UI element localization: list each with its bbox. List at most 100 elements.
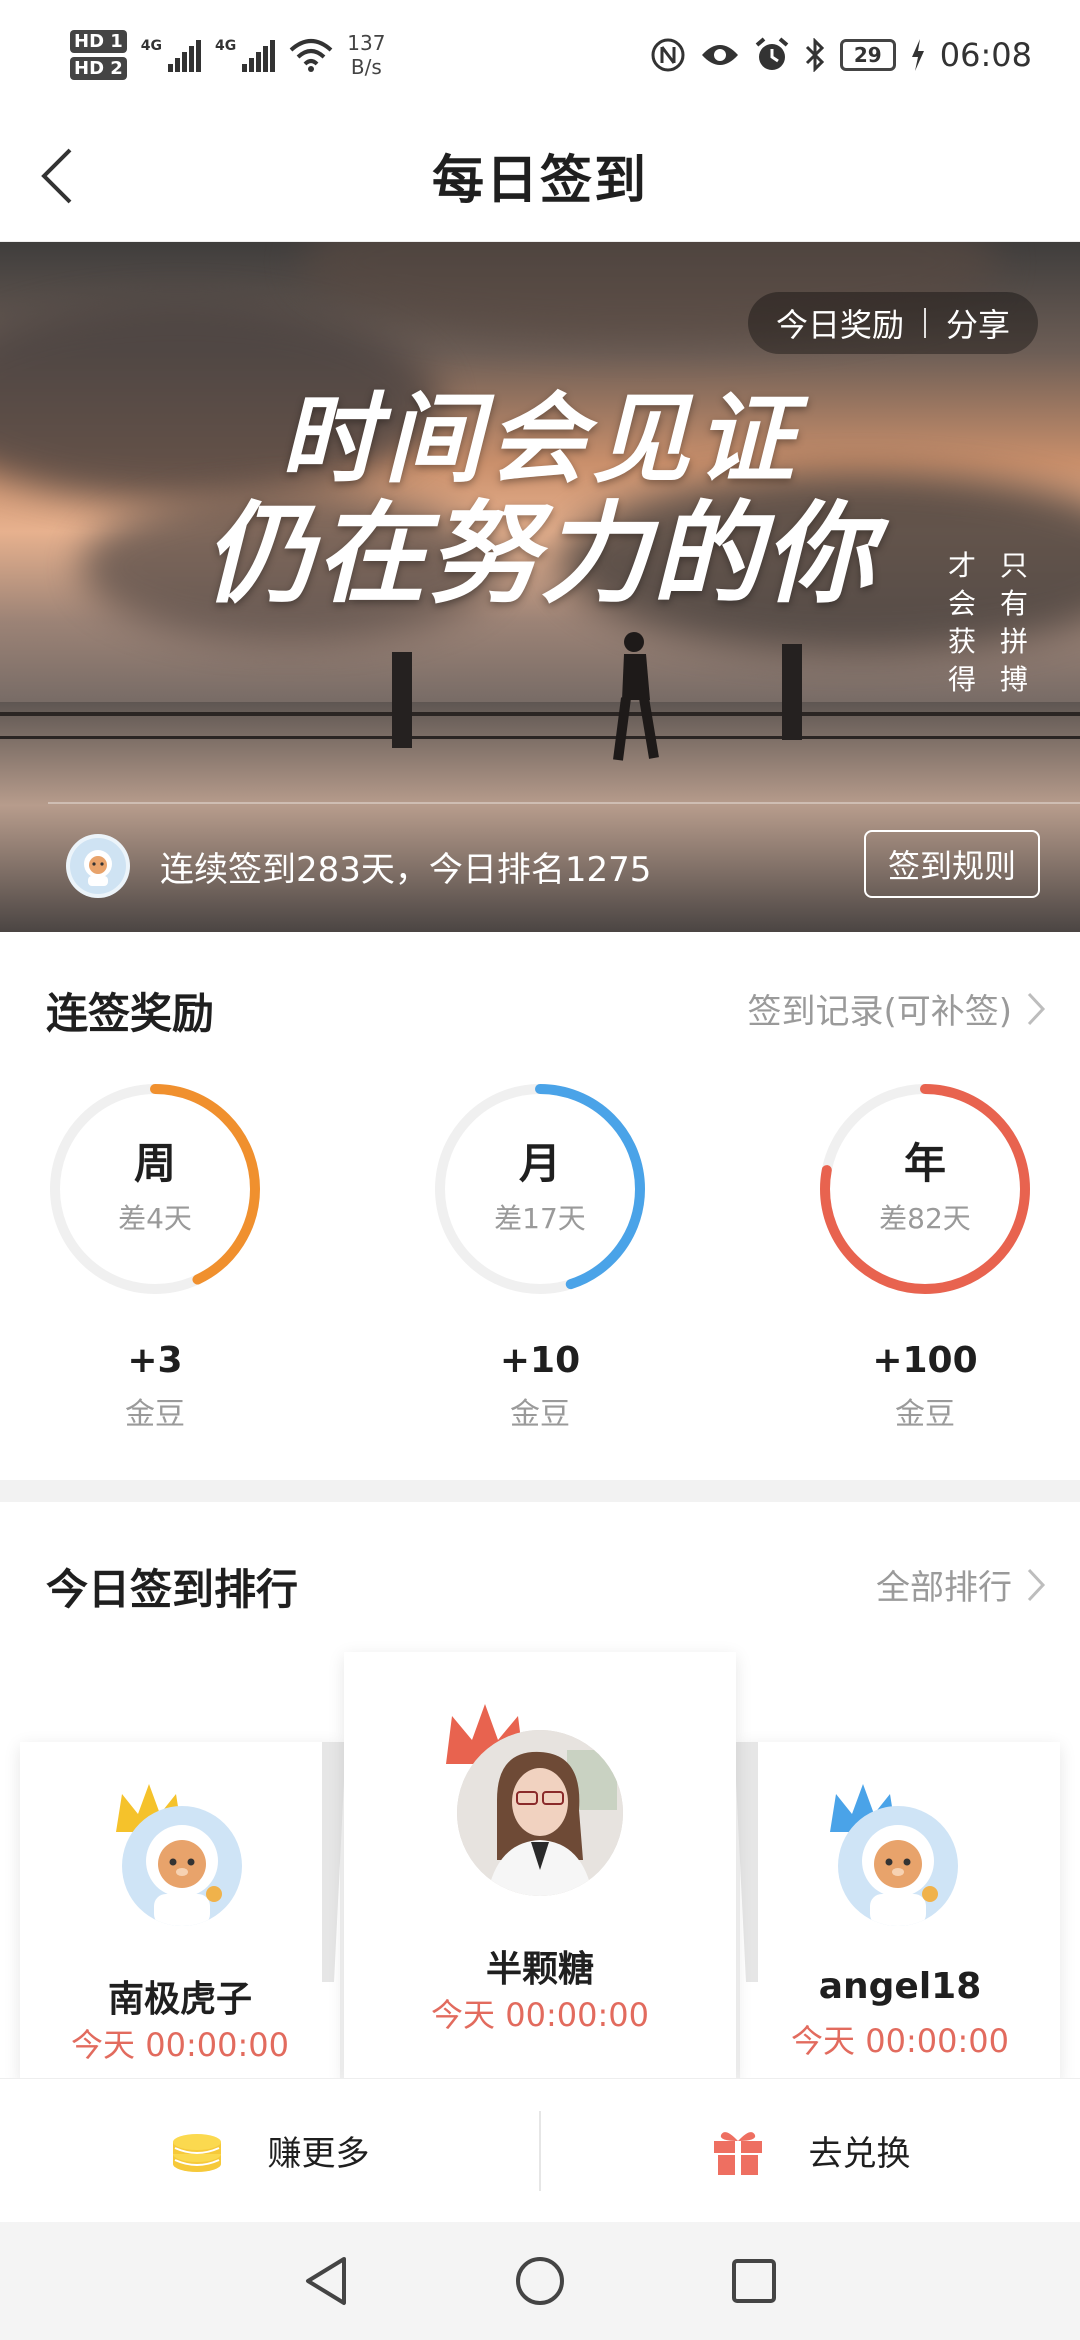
month-ring-label: 月 差17天 bbox=[429, 1130, 651, 1237]
week-amount: +3 bbox=[127, 1340, 183, 1381]
year-unit: 金豆 bbox=[895, 1397, 955, 1432]
month-label: 月 bbox=[518, 1139, 561, 1188]
week-unit: 金豆 bbox=[125, 1397, 185, 1432]
week-remaining: 差4天 bbox=[118, 1202, 192, 1235]
month-remaining: 差17天 bbox=[494, 1202, 586, 1235]
week-ring-label: 周 差4天 bbox=[44, 1130, 266, 1237]
signal-2-icon: 4G bbox=[215, 38, 276, 72]
share-link[interactable]: 分享 bbox=[946, 300, 1010, 346]
vertical-char: 才 bbox=[947, 549, 976, 582]
vertical-char: 会 bbox=[947, 587, 976, 620]
status-right: 29 06:08 bbox=[650, 36, 1032, 74]
section-divider bbox=[0, 1480, 1080, 1502]
rank-time-2nd: 今天 00:00:00 bbox=[71, 2026, 289, 2064]
hd1-badge: HD 1 bbox=[70, 30, 127, 53]
user-photo-avatar bbox=[457, 1730, 623, 1896]
chevron-right-icon bbox=[1027, 1568, 1046, 1601]
network-speed: 137 B/s bbox=[347, 31, 385, 79]
signal-1-icon: 4G bbox=[140, 38, 202, 72]
status-left: HD 1 HD 2 4G 4G 137 B/s bbox=[70, 30, 385, 80]
all-ranking-link[interactable]: 全部排行 bbox=[876, 1560, 1046, 1609]
battery-level: 29 bbox=[839, 39, 896, 71]
network-2-label: 4G bbox=[215, 38, 237, 54]
system-nav-bar bbox=[0, 2222, 1080, 2340]
nav-home-icon[interactable] bbox=[514, 2255, 566, 2307]
vertical-char: 只 bbox=[999, 549, 1028, 582]
rank-avatar-1st[interactable] bbox=[457, 1730, 623, 1896]
nav-back-icon[interactable] bbox=[302, 2255, 350, 2307]
vertical-text-right: 只 有 拼 搏 bbox=[996, 547, 1032, 699]
astronaut-avatar-icon bbox=[146, 1825, 222, 1926]
month-amount: +10 bbox=[499, 1340, 581, 1381]
network-1-label: 4G bbox=[140, 38, 163, 54]
earn-more-label: 赚更多 bbox=[267, 2134, 370, 2174]
month-unit: 金豆 bbox=[510, 1397, 570, 1432]
clock: 06:08 bbox=[939, 36, 1032, 74]
pill-separator bbox=[923, 308, 926, 338]
rank-name-1st: 半颗糖 bbox=[485, 1949, 594, 1990]
back-arrow-icon[interactable] bbox=[30, 146, 90, 206]
bluetooth-icon bbox=[805, 38, 824, 72]
astronaut-avatar-icon bbox=[84, 850, 112, 886]
podium-side-shadow bbox=[322, 1742, 346, 1982]
walking-person-figure bbox=[613, 632, 659, 761]
nfc-icon bbox=[651, 38, 685, 72]
vertical-char: 获 bbox=[947, 625, 976, 658]
user-avatar[interactable] bbox=[66, 834, 130, 898]
bottom-action-bar: 赚更多 去兑换 bbox=[0, 2078, 1080, 2222]
chevron-right-icon bbox=[1027, 992, 1046, 1025]
hd2-badge: HD 2 bbox=[70, 57, 127, 80]
year-amount: +100 bbox=[872, 1340, 978, 1381]
wifi-icon bbox=[289, 39, 333, 72]
exchange-button[interactable]: 去兑换 bbox=[541, 2079, 1080, 2222]
all-ranking-label: 全部排行 bbox=[876, 1568, 1012, 1608]
page-title: 每日签到 bbox=[431, 151, 648, 211]
gift-icon bbox=[713, 2131, 762, 2175]
vertical-char: 有 bbox=[999, 587, 1028, 620]
vertical-char: 拼 bbox=[999, 625, 1028, 658]
charging-icon bbox=[911, 39, 924, 71]
earn-more-button[interactable]: 赚更多 bbox=[0, 2079, 539, 2222]
rank-name-3rd: angel18 bbox=[818, 1966, 982, 2007]
year-ring-label: 年 差82天 bbox=[814, 1130, 1036, 1237]
today-reward-link[interactable]: 今日奖励 bbox=[776, 300, 904, 346]
eye-icon bbox=[701, 45, 738, 65]
checkin-status: 连续签到283天，今日排名1275 bbox=[66, 834, 651, 898]
podium-side-shadow bbox=[734, 1742, 758, 1982]
reward-share-pill: 今日奖励 分享 bbox=[747, 292, 1038, 354]
astronaut-avatar-icon bbox=[862, 1825, 938, 1926]
week-label: 周 bbox=[133, 1139, 176, 1188]
rank-name-2nd: 南极虎子 bbox=[107, 1979, 252, 2020]
coins-icon bbox=[172, 2133, 221, 2172]
year-reward: +100 金豆 bbox=[814, 1340, 1036, 1433]
checkin-record-link[interactable]: 签到记录(可补签) bbox=[747, 984, 1046, 1033]
speed-value: 137 bbox=[347, 31, 386, 55]
rank-avatar-3rd[interactable] bbox=[838, 1806, 958, 1926]
vertical-char: 得 bbox=[947, 663, 976, 696]
streak-section-title: 连签奖励 bbox=[46, 989, 215, 1038]
rank-avatar-2nd[interactable] bbox=[122, 1806, 242, 1926]
banner-divider bbox=[48, 802, 1080, 804]
vertical-text-left: 才 会 获 得 bbox=[944, 547, 980, 699]
speed-unit: B/s bbox=[350, 55, 382, 79]
rank-time-3rd: 今天 00:00:00 bbox=[791, 2022, 1009, 2060]
week-reward: +3 金豆 bbox=[44, 1340, 266, 1433]
nav-recents-icon[interactable] bbox=[730, 2257, 778, 2305]
checkin-banner: 今日奖励 分享 时间会见证 仍在努力的你 只 有 拼 搏 才 会 获 得 连续签… bbox=[0, 242, 1080, 932]
ranking-section-title: 今日签到排行 bbox=[46, 1565, 299, 1614]
checkin-status-text: 连续签到283天，今日排名1275 bbox=[160, 849, 652, 890]
railing bbox=[0, 712, 1080, 716]
checkin-rules-button[interactable]: 签到规则 bbox=[863, 830, 1040, 898]
year-remaining: 差82天 bbox=[879, 1202, 971, 1235]
year-label: 年 bbox=[903, 1139, 946, 1188]
rank-time-1st: 今天 00:00:00 bbox=[431, 1996, 649, 2034]
month-reward: +10 金豆 bbox=[429, 1340, 651, 1433]
checkin-record-label: 签到记录(可补签) bbox=[747, 992, 1012, 1032]
alarm-icon bbox=[755, 37, 789, 70]
status-bar: HD 1 HD 2 4G 4G 137 B/s 29 06:08 bbox=[0, 0, 1080, 110]
slogan-line-2: 仍在努力的你 bbox=[204, 489, 876, 618]
vertical-char: 搏 bbox=[999, 663, 1028, 696]
page-header: 每日签到 bbox=[0, 110, 1080, 242]
hd-indicators: HD 1 HD 2 bbox=[70, 30, 127, 80]
exchange-label: 去兑换 bbox=[808, 2134, 911, 2174]
